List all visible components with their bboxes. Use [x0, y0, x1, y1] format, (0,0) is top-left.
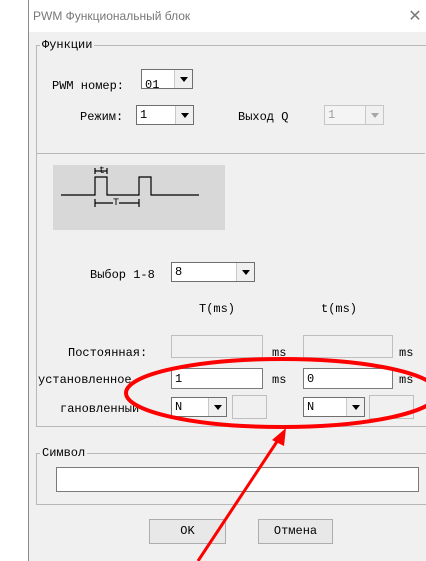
diagram-t-label: t — [99, 166, 106, 177]
chevron-down-icon[interactable] — [208, 398, 226, 416]
functions-divider — [37, 153, 425, 154]
pwm-number-label: PWM номер: — [52, 79, 125, 93]
mode-label: Режим: — [80, 110, 124, 124]
pwm-waveform-line — [61, 176, 199, 196]
col-t-header: t(ms) — [321, 302, 358, 316]
constant-t-unit: ms — [399, 346, 414, 360]
select-1-8-value: 8 — [175, 265, 183, 279]
installed-t-combo[interactable]: N — [303, 397, 365, 417]
col-T-header: T(ms) — [199, 302, 236, 316]
set-T-value: 1 — [175, 372, 183, 386]
mode-select[interactable]: 1 — [136, 105, 194, 125]
ok-button[interactable]: OK — [149, 519, 226, 544]
installed-T-combo[interactable]: N — [171, 397, 227, 417]
chevron-down-icon[interactable] — [175, 106, 193, 124]
chevron-down-icon — [365, 106, 383, 124]
cancel-button[interactable]: Отмена — [258, 519, 333, 544]
title-bar: PWM Функциональный блок ✕ — [29, 0, 426, 32]
pwm-number-value: 01 — [145, 78, 160, 92]
select-1-8-label: Выбор 1-8 — [90, 268, 155, 282]
constant-t-input — [303, 335, 393, 358]
set-T-unit: ms — [272, 373, 287, 387]
set-value-label: установленное — [38, 373, 132, 387]
select-1-8-combo[interactable]: 8 — [171, 262, 255, 282]
set-t-value: 0 — [307, 372, 315, 386]
diagram-T-label: T — [113, 197, 120, 211]
close-icon[interactable]: ✕ — [403, 5, 426, 27]
chevron-down-icon[interactable] — [346, 398, 364, 416]
installed-T-input — [232, 395, 267, 419]
output-q-select: 1 — [324, 105, 384, 125]
set-t-input[interactable]: 0 — [303, 368, 393, 389]
symbol-group-title: Символ — [40, 446, 88, 460]
chevron-down-icon[interactable] — [236, 263, 254, 281]
symbol-input[interactable] — [56, 467, 419, 492]
output-q-label: Выход Q — [238, 110, 289, 124]
constant-T-input — [171, 335, 263, 358]
installed-t-value: N — [307, 400, 315, 414]
window-title: PWM Функциональный блок — [33, 9, 191, 23]
pwm-waveform-diagram: t T — [53, 165, 225, 230]
chevron-down-icon[interactable] — [174, 70, 192, 88]
output-q-value: 1 — [328, 108, 336, 122]
set-t-unit: ms — [399, 373, 414, 387]
installed-t-input — [369, 395, 414, 419]
installed-T-value: N — [175, 400, 183, 414]
functions-group-title: Функции — [40, 38, 95, 52]
mode-value: 1 — [140, 108, 148, 122]
set-T-input[interactable]: 1 — [171, 368, 263, 389]
pwm-number-select[interactable]: 01 — [141, 69, 193, 92]
installed-label: гановленный — [60, 402, 140, 416]
constant-label: Постоянная: — [68, 346, 148, 360]
constant-T-unit: ms — [272, 346, 287, 360]
